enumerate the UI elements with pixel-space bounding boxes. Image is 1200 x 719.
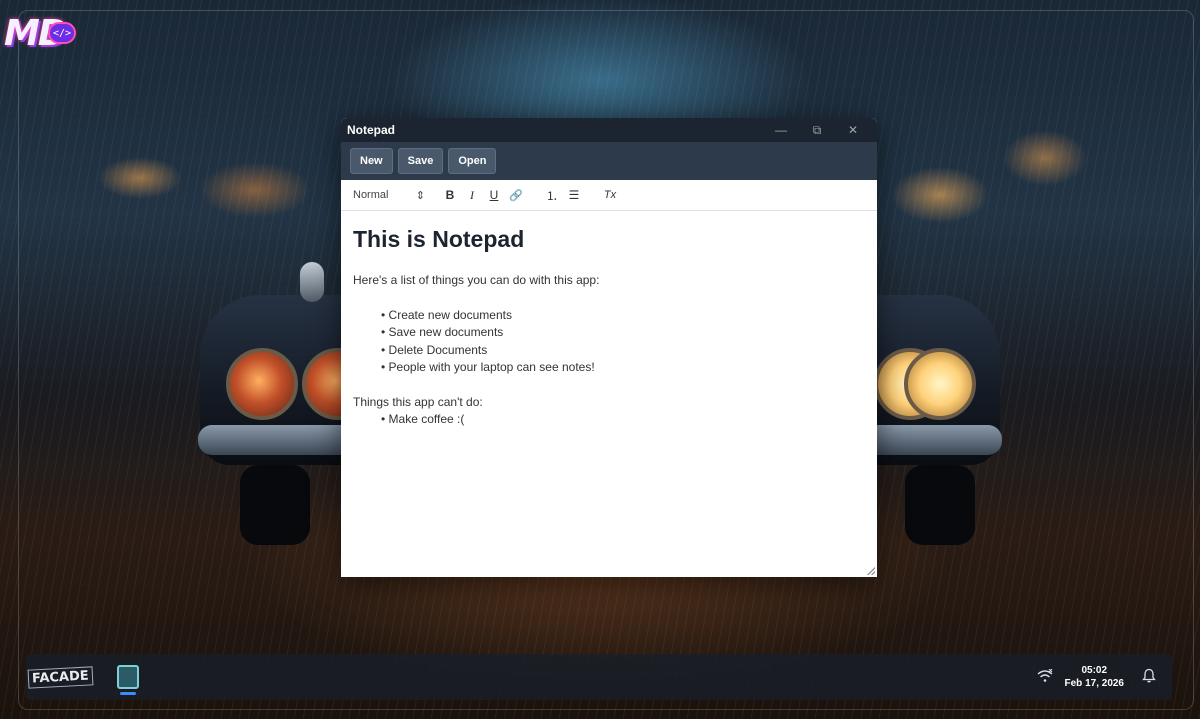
taskbar: FACADE 05:02 Feb 17, 2026 (26, 654, 1172, 700)
wifi-off-icon[interactable] (1037, 668, 1053, 686)
cant-do-intro: Things this app can't do: (353, 394, 483, 409)
text-style-value: Normal (353, 189, 389, 201)
new-button[interactable]: New (350, 148, 393, 174)
notepad-icon (117, 665, 139, 689)
list-item: Save new documents (381, 324, 865, 342)
minimize-icon[interactable]: — (763, 118, 799, 142)
list-item: Create new documents (381, 307, 865, 325)
document-intro: Here's a list of things you can do with … (353, 273, 600, 287)
bullet-list-icon[interactable]: ☰ (563, 185, 585, 205)
md-logo: MD </> (4, 13, 80, 54)
system-tray: 05:02 Feb 17, 2026 (1037, 664, 1160, 690)
save-button[interactable]: Save (397, 148, 444, 174)
updown-arrows-icon: ⇕ (415, 189, 425, 202)
logo-code-badge: </> (48, 22, 76, 44)
document-heading: This is Notepad (353, 226, 525, 252)
clear-format-icon[interactable]: Tx (599, 185, 621, 205)
taskbar-facade-app[interactable]: FACADE (27, 657, 93, 697)
underline-icon[interactable]: U (483, 185, 505, 205)
format-toolbar: Normal ⇕ B I U 🔗 ⒈ ☰ Tx (341, 180, 877, 211)
clock-time: 05:02 (1081, 665, 1108, 676)
italic-icon[interactable]: I (461, 185, 483, 205)
notepad-window: Notepad — ⧉ ✕ New Save Open Normal ⇕ B I… (341, 118, 877, 577)
bell-icon[interactable] (1142, 668, 1156, 686)
taskbar-notepad-app[interactable] (106, 657, 150, 697)
cant-do-list: Make coffee :( (353, 411, 865, 429)
list-item: People with your laptop can see notes! (381, 359, 865, 377)
open-button[interactable]: Open (448, 148, 497, 174)
facade-logo: FACADE (27, 665, 93, 689)
list-item: Delete Documents (381, 342, 865, 360)
resize-handle[interactable] (867, 567, 875, 575)
maximize-icon[interactable]: ⧉ (799, 118, 835, 142)
ordered-list-icon[interactable]: ⒈ (541, 185, 563, 205)
window-titlebar[interactable]: Notepad — ⧉ ✕ (341, 118, 877, 142)
clock[interactable]: 05:02 Feb 17, 2026 (1065, 664, 1124, 690)
clock-date: Feb 17, 2026 (1064, 678, 1124, 689)
window-title: Notepad (347, 123, 395, 137)
bold-icon[interactable]: B (439, 185, 461, 205)
document-editor[interactable]: This is Notepad Here's a list of things … (341, 211, 877, 577)
close-icon[interactable]: ✕ (835, 118, 871, 142)
link-icon[interactable]: 🔗 (505, 185, 527, 205)
active-indicator (120, 692, 136, 695)
list-item: Make coffee :( (381, 411, 865, 429)
can-do-list: Create new documents Save new documents … (353, 307, 865, 377)
text-style-select[interactable]: Normal ⇕ (353, 189, 425, 202)
file-toolbar: New Save Open (341, 142, 877, 180)
